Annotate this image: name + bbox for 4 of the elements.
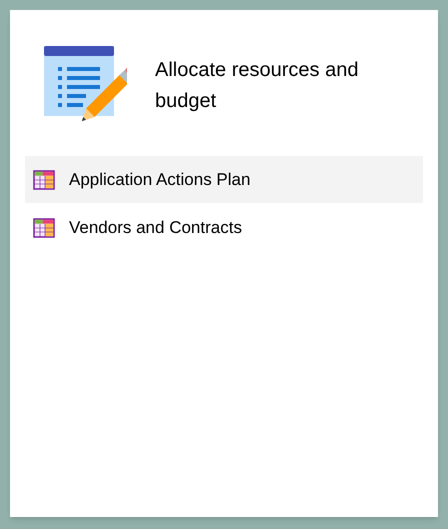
spreadsheet-icon: [33, 170, 55, 190]
spreadsheet-icon: [33, 218, 55, 238]
card-title: Allocate resources and budget: [155, 58, 360, 114]
list-item[interactable]: Application Actions Plan: [25, 156, 423, 203]
